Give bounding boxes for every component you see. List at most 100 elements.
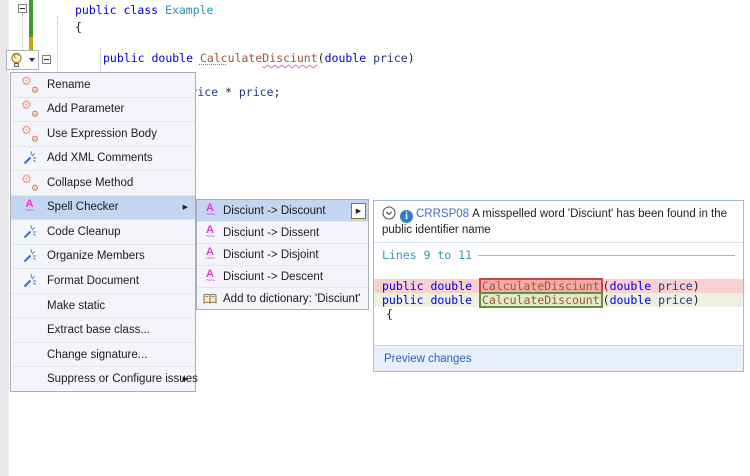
code-token: price [658, 293, 693, 307]
dropdown-caret-icon [29, 58, 35, 62]
gear-icon: ⚙⚙ [21, 127, 38, 141]
gear-icon: ⚙⚙ [21, 176, 38, 190]
fold-collapse-box[interactable] [18, 4, 27, 13]
code-token: double [610, 279, 652, 293]
menu-item-add-parameter[interactable]: ⚙⚙ Add Parameter [11, 97, 195, 122]
menu-item-label: Add Parameter [47, 103, 124, 115]
code-editor-viewport: public class Example { public double Cal… [0, 0, 750, 476]
submenu-item-dissent[interactable]: A~~ Disciunt -> Dissent [197, 221, 368, 243]
menu-item-label: Use Expression Body [47, 128, 157, 140]
submenu-item-discount[interactable]: A~~ Disciunt -> Discount ▶ [197, 200, 368, 221]
submenu-item-label: Disciunt -> Descent [223, 271, 323, 283]
issue-rule-code[interactable]: CRRSP08 [416, 208, 469, 220]
spell-checker-icon: A~~ [203, 269, 217, 285]
magic-wand-icon [21, 225, 38, 239]
menu-item-use-expression-body[interactable]: ⚙⚙ Use Expression Body [11, 121, 195, 146]
code-token: double [430, 293, 478, 307]
added-code-line: public double CalculateDiscount(double p… [374, 293, 743, 307]
menu-item-label: Organize Members [47, 250, 145, 262]
submenu-arrow-icon: ▶ [183, 203, 188, 211]
removed-code-line: public double CalculateDisciunt(double p… [374, 279, 743, 293]
issue-code-preview: Lines 9 to 11 public double CalculateDis… [374, 243, 743, 321]
menu-item-extract-base-class[interactable]: Extract base class... [11, 317, 195, 342]
magic-wand-icon [21, 151, 38, 165]
code-token: { [386, 307, 393, 321]
code-token: public [103, 51, 151, 65]
menu-item-rename[interactable]: ⚙⚙ Rename [11, 73, 195, 97]
magic-wand-icon [21, 274, 38, 288]
menu-item-label: Add XML Comments [47, 152, 153, 164]
editor-left-margin [0, 0, 9, 476]
gear-icon: ⚙⚙ [21, 78, 38, 92]
info-icon: i [400, 210, 413, 223]
code-token: ) [693, 293, 700, 307]
spacer [374, 262, 743, 279]
collapse-chevron-icon[interactable] [382, 206, 396, 220]
code-token: double [325, 51, 367, 65]
code-token: public [75, 3, 123, 17]
submenu-item-descent[interactable]: A~~ Disciunt -> Descent [197, 265, 368, 287]
code-token: public [382, 279, 430, 293]
menu-item-organize-members[interactable]: Organize Members [11, 244, 195, 269]
spell-checker-submenu: A~~ Disciunt -> Discount ▶ A~~ Disciunt … [196, 199, 369, 310]
lightbulb-quick-actions-button[interactable] [6, 50, 39, 70]
submenu-item-add-to-dictionary[interactable]: Add to dictionary: 'Disciunt' [197, 287, 368, 309]
lines-range-row: Lines 9 to 11 [374, 243, 743, 262]
code-token: ) [408, 51, 415, 65]
code-token: class [123, 3, 165, 17]
issue-preview-panel: iCRRSP08A misspelled word 'Disciunt' has… [373, 200, 744, 372]
code-token: double [610, 293, 652, 307]
change-bar-saved [29, 0, 33, 37]
submenu-arrow-icon: ▶ [183, 375, 188, 383]
menu-item-make-static[interactable]: Make static [11, 293, 195, 318]
submenu-item-label: Disciunt -> Discount [223, 205, 326, 217]
submenu-item-disjoint[interactable]: A~~ Disciunt -> Disjoint [197, 243, 368, 265]
menu-item-spell-checker[interactable]: A~~ Spell Checker ▶ [11, 195, 195, 220]
code-token: Example [165, 3, 213, 17]
menu-item-label: Make static [47, 300, 105, 312]
spell-checker-icon: A~~ [203, 203, 217, 219]
menu-item-change-signature[interactable]: Change signature... [11, 342, 195, 367]
submenu-item-label: Disciunt -> Disjoint [223, 249, 319, 261]
dictionary-book-icon [203, 293, 217, 305]
menu-item-collapse-method[interactable]: ⚙⚙ Collapse Method [11, 170, 195, 195]
menu-item-label: Collapse Method [47, 177, 133, 189]
spell-checker-icon: A~~ [203, 247, 217, 263]
menu-item-suppress-or-configure[interactable]: Suppress or Configure issues ▶ [11, 366, 195, 391]
fold-collapse-box[interactable] [42, 55, 51, 64]
code-token: Calc [200, 51, 228, 65]
spell-checker-icon: A~~ [21, 199, 38, 215]
code-token: ulate [228, 51, 263, 65]
code-line[interactable]: public class Example [75, 3, 213, 17]
menu-item-code-cleanup[interactable]: Code Cleanup [11, 219, 195, 244]
code-line: { [374, 307, 743, 321]
indent-guide-line [100, 48, 101, 72]
code-token: Disciunt [262, 51, 317, 65]
lightbulb-icon [10, 52, 23, 68]
submenu-arrow-button[interactable]: ▶ [351, 203, 366, 219]
code-line[interactable]: public double CalculateDisciunt(double p… [103, 51, 415, 65]
menu-item-label: Extract base class... [47, 324, 150, 336]
gear-icon: ⚙⚙ [21, 102, 38, 116]
indent-guide-line [57, 16, 58, 72]
code-token: * [218, 85, 239, 99]
code-token: double [151, 51, 199, 65]
code-token: price [239, 85, 274, 99]
menu-item-label: Code Cleanup [47, 226, 121, 238]
code-token: double [430, 279, 478, 293]
menu-item-add-xml-comments[interactable]: Add XML Comments [11, 146, 195, 171]
menu-item-label: Suppress or Configure issues [47, 373, 198, 385]
code-line[interactable]: { [75, 20, 82, 34]
menu-item-label: Format Document [47, 275, 139, 287]
preview-footer: Preview changes [374, 345, 743, 371]
lines-rule-divider [478, 255, 735, 256]
preview-changes-link[interactable]: Preview changes [384, 353, 472, 365]
code-token: ( [603, 293, 610, 307]
fold-guide-line [22, 14, 23, 54]
code-token: { [75, 20, 82, 34]
code-token: ( [318, 51, 325, 65]
code-token: ( [603, 279, 610, 293]
submenu-item-label: Add to dictionary: 'Disciunt' [223, 293, 360, 305]
menu-item-label: Rename [47, 79, 90, 91]
menu-item-format-document[interactable]: Format Document [11, 268, 195, 293]
